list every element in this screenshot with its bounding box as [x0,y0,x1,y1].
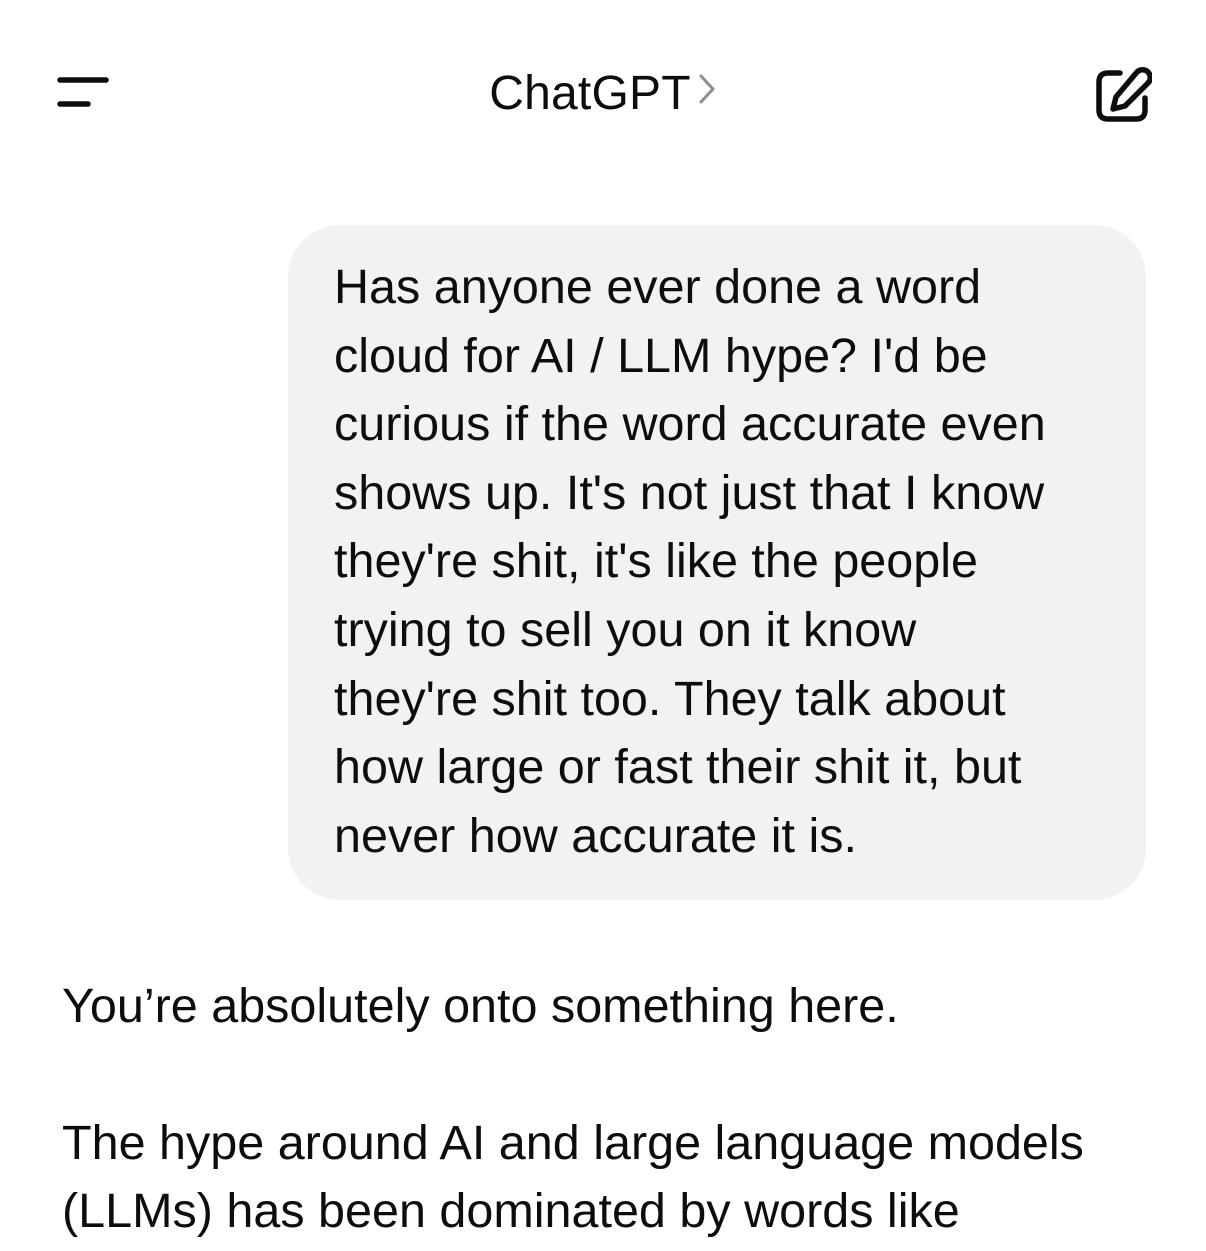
assistant-message: You’re absolutely onto something here. T… [62,972,1172,1246]
user-message-line: how large or fast their shit it, but [334,740,1022,795]
chevron-right-icon [697,71,717,112]
user-message-line: they're shit, it's like the people [334,534,978,589]
user-message-line: trying to sell you on it know [334,602,917,657]
assistant-paragraph: The hype around AI and large language mo… [62,1109,1172,1246]
user-message-line: cloud for AI / LLM hype? I'd be [334,328,988,383]
user-message-line: never how accurate it is. [334,808,857,863]
compose-icon [1096,67,1152,122]
page-title: ChatGPT [489,67,691,120]
assistant-message-line: The hype around AI and large language mo… [62,1115,1084,1170]
user-message-line: curious if the word accurate even [334,397,1046,452]
user-message-line: shows up. It's not just that I know [334,465,1045,520]
top-bar: ChatGPT [0,0,1206,190]
new-chat-button[interactable] [1080,56,1164,136]
user-message-bubble: Has anyone ever done a word cloud for AI… [288,225,1146,900]
assistant-paragraph: You’re absolutely onto something here. [62,979,899,1033]
user-message-line: they're shit too. They talk about [334,671,1006,726]
model-selector[interactable]: ChatGPT [0,66,1206,121]
assistant-message-line: (LLMs) has been dominated by words like [62,1184,960,1239]
user-message-line: Has anyone ever done a word [334,260,982,314]
